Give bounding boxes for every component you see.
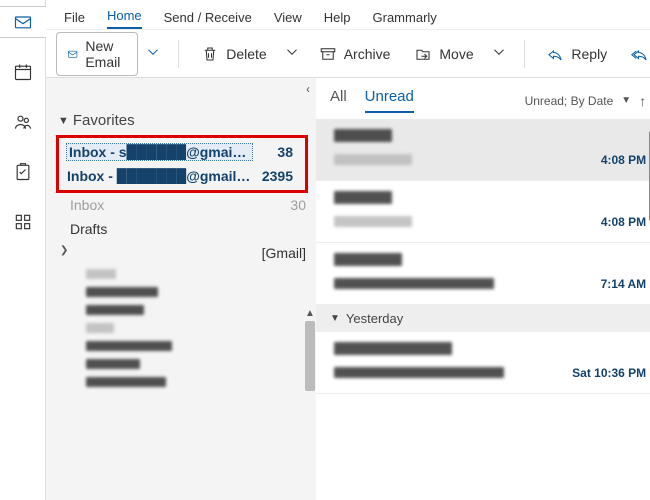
chevron-down-icon: ▼: [330, 313, 340, 324]
message-item[interactable]: Sat 10:36 PM: [316, 332, 650, 394]
new-email-button[interactable]: New Email: [56, 32, 138, 76]
message-item[interactable]: 7:14 AM: [316, 243, 650, 305]
folder-redacted[interactable]: [72, 337, 316, 355]
menubar: File Home Send / Receive View Help Gramm…: [46, 0, 650, 30]
folder-inbox-label: Inbox: [70, 197, 104, 213]
reply-all-button[interactable]: [621, 39, 650, 69]
collapse-nav-icon[interactable]: ‹: [306, 82, 310, 96]
sort-label[interactable]: Unread; By Date: [525, 94, 614, 108]
move-label: Move: [439, 46, 473, 62]
fav-inbox-1-count: 38: [277, 144, 293, 160]
message-list: All Unread Unread; By Date ▼ ↑: [316, 78, 650, 500]
message-item[interactable]: 4:08 PM: [316, 119, 650, 181]
rail-people-icon[interactable]: [0, 106, 46, 138]
folder-inbox[interactable]: Inbox 30: [56, 193, 316, 217]
tab-all[interactable]: All: [330, 88, 347, 113]
folder-redacted[interactable]: [72, 265, 316, 283]
nav-scrollbar[interactable]: ▲: [304, 308, 316, 500]
folder-redacted[interactable]: [72, 319, 316, 337]
fav-inbox-2-label: Inbox - ███████@gmail.c...: [67, 168, 252, 184]
rail-calendar-icon[interactable]: [0, 56, 46, 88]
rail-tasks-icon[interactable]: [0, 156, 46, 188]
fav-inbox-2-count: 2395: [262, 168, 293, 184]
archive-button[interactable]: Archive: [309, 39, 401, 69]
favorites-label: Favorites: [73, 112, 135, 129]
folder-pane: ‹ ▼ Favorites Inbox - s██████@gmail.... …: [46, 78, 316, 500]
delete-button[interactable]: Delete: [191, 39, 276, 69]
folder-redacted[interactable]: [72, 355, 316, 373]
folder-drafts-label: Drafts: [70, 221, 107, 237]
message-time: 4:08 PM: [601, 215, 646, 229]
rail-apps-icon[interactable]: [0, 206, 46, 238]
folder-inbox-count: 30: [290, 197, 306, 213]
new-email-label: New Email: [85, 38, 127, 70]
group-header-yesterday[interactable]: ▼ Yesterday: [316, 305, 650, 332]
ribbon-separator: [524, 40, 525, 68]
folder-gmail-label: [Gmail]: [262, 245, 306, 261]
tab-unread[interactable]: Unread: [365, 88, 414, 113]
rail-mail-icon[interactable]: [0, 6, 46, 38]
reply-button[interactable]: Reply: [536, 39, 617, 69]
menu-home[interactable]: Home: [107, 8, 142, 29]
reply-label: Reply: [571, 46, 607, 62]
menu-grammarly[interactable]: Grammarly: [373, 10, 437, 29]
menu-help[interactable]: Help: [324, 10, 351, 29]
folder-redacted[interactable]: [72, 373, 316, 391]
scroll-thumb[interactable]: [305, 321, 315, 391]
group-header-label: Yesterday: [346, 311, 403, 326]
scroll-up-icon[interactable]: ▲: [304, 308, 316, 319]
delete-dropdown[interactable]: [279, 38, 305, 69]
favorites-header[interactable]: ▼ Favorites: [56, 112, 316, 135]
move-dropdown[interactable]: [486, 38, 512, 69]
menu-view[interactable]: View: [274, 10, 302, 29]
delete-label: Delete: [226, 46, 266, 62]
fav-inbox-1-label: Inbox - s██████@gmail....: [67, 144, 252, 160]
folder-redacted[interactable]: [72, 301, 316, 319]
sort-direction-icon[interactable]: ↑: [639, 93, 646, 109]
left-rail: [0, 0, 46, 500]
folder-drafts[interactable]: Drafts: [56, 217, 316, 241]
folder-gmail[interactable]: ❯ [Gmail]: [56, 241, 316, 265]
message-time: 4:08 PM: [601, 153, 646, 167]
folder-redacted[interactable]: [72, 283, 316, 301]
new-email-dropdown[interactable]: [140, 38, 166, 69]
chevron-down-icon: ▼: [58, 115, 69, 127]
message-item[interactable]: 4:08 PM: [316, 181, 650, 243]
menu-file[interactable]: File: [64, 10, 85, 29]
ribbon: New Email Delete Archive: [46, 30, 650, 78]
archive-label: Archive: [344, 46, 391, 62]
annotation-highlight: Inbox - s██████@gmail.... 38 Inbox - ███…: [56, 135, 308, 193]
move-button[interactable]: Move: [404, 39, 483, 69]
chevron-down-icon[interactable]: ▼: [621, 95, 631, 106]
chevron-right-icon: ❯: [60, 245, 68, 261]
message-time: 7:14 AM: [601, 277, 647, 291]
fav-inbox-1[interactable]: Inbox - s██████@gmail.... 38: [61, 140, 303, 164]
message-time: Sat 10:36 PM: [572, 366, 646, 380]
fav-inbox-2[interactable]: Inbox - ███████@gmail.c... 2395: [61, 164, 303, 188]
ribbon-separator: [178, 40, 179, 68]
menu-send-receive[interactable]: Send / Receive: [164, 10, 252, 29]
